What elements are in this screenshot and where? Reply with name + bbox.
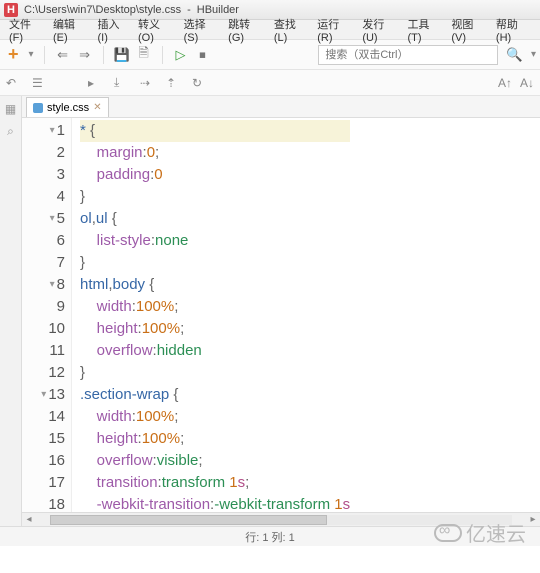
title-app: HBuilder	[197, 4, 239, 16]
code-line[interactable]: width:100%;	[80, 296, 350, 318]
stop-icon[interactable]: ⏹	[195, 47, 211, 63]
code-line[interactable]: -webkit-transition:-webkit-transform 1s	[80, 494, 350, 512]
menu-item-6[interactable]: 查找(L)	[269, 16, 312, 44]
scroll-thumb[interactable]	[50, 515, 327, 525]
forward-icon[interactable]: ⇒	[77, 47, 93, 63]
gutter-line: 15	[22, 428, 65, 450]
code-line[interactable]: height:100%;	[80, 428, 350, 450]
watermark-logo-icon	[434, 524, 462, 542]
gutter-line: 4	[22, 186, 65, 208]
code-line[interactable]: .section-wrap {	[80, 384, 350, 406]
menu-item-9[interactable]: 工具(T)	[402, 16, 446, 44]
title-path: C:\Users\win7\Desktop\style.css	[24, 4, 181, 16]
gutter-line: 2	[22, 142, 65, 164]
search-options-icon[interactable]: ▾	[531, 49, 536, 60]
css-file-icon	[33, 103, 43, 113]
menu-item-10[interactable]: 视图(V)	[446, 16, 491, 44]
app-icon: H	[4, 3, 18, 17]
code-content[interactable]: * { margin:0; padding:0}ol,ul { list-sty…	[72, 118, 350, 512]
font-decrease[interactable]: A↓	[520, 76, 534, 90]
code-line[interactable]: }	[80, 252, 350, 274]
gutter-line: 7	[22, 252, 65, 274]
back-icon[interactable]: ⇐	[55, 47, 71, 63]
step-icon[interactable]: ⤓	[114, 75, 130, 90]
gutter-line: ▾1	[22, 120, 65, 142]
vtab-explorer-icon[interactable]: ▦	[5, 102, 16, 116]
code-line[interactable]: width:100%;	[80, 406, 350, 428]
menu-bar: 文件(F)编辑(E)插入(I)转义(O)选择(S)跳转(G)查找(L)运行(R)…	[0, 20, 540, 40]
tab-label: style.css	[47, 102, 89, 114]
scroll-right-icon[interactable]: ▸	[526, 514, 540, 525]
menu-item-7[interactable]: 运行(R)	[312, 16, 357, 44]
new-button[interactable]: +	[4, 44, 23, 65]
cursor-position: 行: 1 列: 1	[245, 529, 295, 545]
code-line[interactable]: overflow:visible;	[80, 450, 350, 472]
menu-item-11[interactable]: 帮助(H)	[491, 16, 536, 44]
stepover-icon[interactable]: ⇢	[140, 76, 156, 90]
restart-icon[interactable]: ↻	[192, 76, 208, 90]
code-line[interactable]: height:100%;	[80, 318, 350, 340]
code-line[interactable]: }	[80, 186, 350, 208]
code-line[interactable]: padding:0	[80, 164, 350, 186]
save-icon[interactable]: 💾	[114, 47, 130, 63]
gutter-line: 17	[22, 472, 65, 494]
saveall-icon[interactable]: 🗎	[136, 47, 152, 63]
gutter: ▾1234▾567▾89101112▾13141516171819▾2021	[22, 118, 72, 512]
play-icon[interactable]: ▸	[88, 76, 104, 90]
code-line[interactable]: }	[80, 362, 350, 384]
gutter-line: 14	[22, 406, 65, 428]
close-icon[interactable]: ✕	[93, 102, 101, 113]
new-dropdown-icon[interactable]: ▾	[29, 49, 34, 60]
title-sep: -	[187, 4, 191, 16]
toolbar-primary: + ▾ ⇐ ⇒ 💾 🗎 ▷ ⏹ 🔍 ▾	[0, 40, 540, 70]
gutter-line: 16	[22, 450, 65, 472]
gutter-line: ▾5	[22, 208, 65, 230]
menu-item-3[interactable]: 转义(O)	[133, 16, 179, 44]
tab-style-css[interactable]: style.css ✕	[26, 97, 109, 117]
gutter-line: 9	[22, 296, 65, 318]
menu-item-0[interactable]: 文件(F)	[4, 16, 48, 44]
gutter-line: 12	[22, 362, 65, 384]
editor-pane: style.css ✕ ▾1234▾567▾89101112▾131415161…	[22, 96, 540, 526]
code-line[interactable]: ol,ul {	[80, 208, 350, 230]
menu-item-1[interactable]: 编辑(E)	[48, 16, 93, 44]
code-line[interactable]: transition:transform 1s;	[80, 472, 350, 494]
vtab-search-icon[interactable]: ⌕	[7, 124, 14, 139]
toolbar-secondary: ↶ ☰ ▸ ⤓ ⇢ ⇡ ↻ A↑ A↓	[0, 70, 540, 96]
code-line[interactable]: margin:0;	[80, 142, 350, 164]
menu-item-4[interactable]: 选择(S)	[179, 16, 224, 44]
menu-item-8[interactable]: 发行(U)	[357, 16, 402, 44]
code-line[interactable]: overflow:hidden	[80, 340, 350, 362]
menu-item-5[interactable]: 跳转(G)	[223, 16, 269, 44]
editor-tabs: style.css ✕	[22, 96, 540, 118]
code-editor[interactable]: ▾1234▾567▾89101112▾13141516171819▾2021 *…	[22, 118, 540, 512]
vertical-tab-bar: ▦ ⌕	[0, 96, 22, 526]
stepout-icon[interactable]: ⇡	[166, 76, 182, 90]
gutter-line: 3	[22, 164, 65, 186]
watermark: 亿速云	[434, 518, 526, 547]
main-area: ▦ ⌕ style.css ✕ ▾1234▾567▾89101112▾13141…	[0, 96, 540, 526]
outline-icon[interactable]: ☰	[32, 76, 48, 90]
search-button[interactable]: 🔍	[502, 47, 527, 63]
code-line[interactable]: html,body {	[80, 274, 350, 296]
scroll-left-icon[interactable]: ◂	[22, 514, 36, 525]
code-line[interactable]: list-style:none	[80, 230, 350, 252]
undo-icon[interactable]: ↶	[6, 76, 22, 90]
search-group: 🔍 ▾	[318, 45, 536, 65]
gutter-line: ▾13	[22, 384, 65, 406]
gutter-line: 6	[22, 230, 65, 252]
run-icon[interactable]: ▷	[173, 47, 189, 63]
menu-item-2[interactable]: 插入(I)	[92, 16, 133, 44]
search-input[interactable]	[318, 45, 498, 65]
gutter-line: 18	[22, 494, 65, 512]
font-increase[interactable]: A↑	[498, 76, 512, 90]
gutter-line: 10	[22, 318, 65, 340]
gutter-line: 11	[22, 340, 65, 362]
watermark-text: 亿速云	[466, 518, 526, 547]
gutter-line: ▾8	[22, 274, 65, 296]
code-line[interactable]: * {	[80, 120, 350, 142]
